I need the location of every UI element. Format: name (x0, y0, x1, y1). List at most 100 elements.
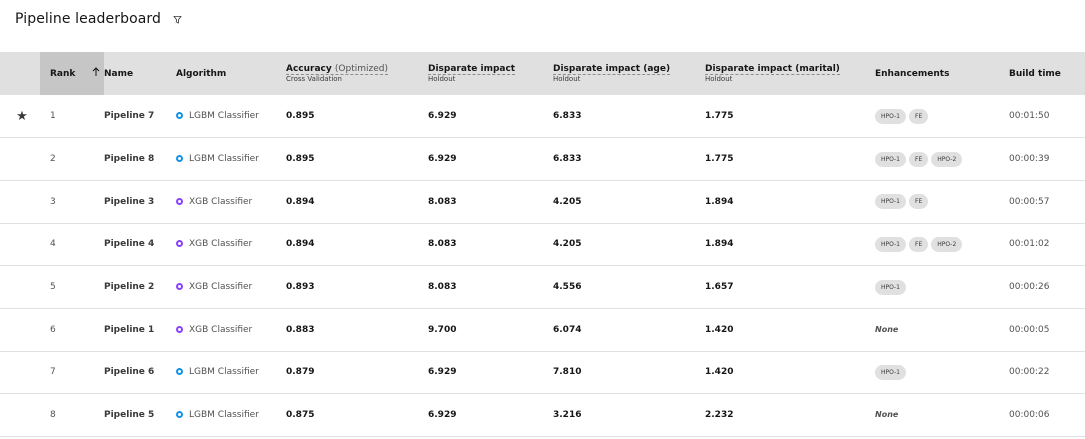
header-accuracy-label: Accuracy (286, 64, 332, 74)
algorithm-label: XGB Classifier (189, 196, 253, 207)
accuracy-cell: 0.895 (286, 154, 315, 165)
disparate-impact-cell: 6.929 (428, 154, 457, 165)
table-row[interactable]: 5 Pipeline 2 XGB Classifier 0.893 8.083 … (0, 266, 1085, 309)
star-cell (0, 351, 40, 394)
pipeline-name[interactable]: Pipeline 2 (104, 266, 176, 309)
disparate-impact-marital-cell: 1.775 (705, 154, 734, 165)
disparate-impact-age-cell: 6.833 (553, 111, 582, 122)
arrow-up-icon[interactable] (92, 67, 100, 80)
enhancement-tag: FE (909, 194, 929, 210)
table-row[interactable]: 4 Pipeline 4 XGB Classifier 0.894 8.083 … (0, 223, 1085, 266)
build-time-cell: 00:00:22 (1009, 367, 1050, 378)
algorithm-dot-icon (176, 112, 183, 120)
algorithm-cell: LGBM Classifier (176, 394, 286, 437)
table-row[interactable]: 2 Pipeline 8 LGBM Classifier 0.895 6.929… (0, 138, 1085, 181)
algorithm-label: LGBM Classifier (189, 410, 259, 421)
rank-cell: 1 (50, 111, 56, 122)
header-enhancements[interactable]: Enhancements (875, 52, 1009, 95)
table-header-row: Rank Name Algorithm Accuracy (Optimized)… (0, 52, 1085, 95)
header-name[interactable]: Name (104, 52, 176, 95)
table-row[interactable]: 3 Pipeline 3 XGB Classifier 0.894 8.083 … (0, 180, 1085, 224)
algorithm-dot-icon (176, 368, 183, 376)
header-enhancements-label: Enhancements (875, 68, 950, 79)
accuracy-cell: 0.894 (286, 196, 315, 207)
header-di-label: Disparate impact (428, 64, 516, 75)
accuracy-cell: 0.895 (286, 111, 315, 122)
algorithm-dot-icon (176, 197, 183, 205)
build-time-cell: 00:00:06 (1009, 410, 1050, 421)
accuracy-cell: 0.879 (286, 367, 315, 378)
enhancement-tag: FE (909, 108, 929, 124)
algorithm-dot-icon (176, 411, 183, 419)
pipeline-name[interactable]: Pipeline 5 (104, 394, 176, 437)
star-cell (0, 266, 40, 309)
enhancements-cell: HPO-1 FE HPO-2 (875, 138, 1009, 181)
disparate-impact-age-cell: 7.810 (553, 367, 582, 378)
enhancements-cell: HPO-1 (875, 351, 1009, 394)
algorithm-cell: LGBM Classifier (176, 95, 286, 138)
rank-cell: 6 (50, 324, 56, 335)
disparate-impact-age-cell: 4.205 (553, 196, 582, 207)
pipeline-name[interactable]: Pipeline 7 (104, 95, 176, 138)
header-algorithm[interactable]: Algorithm (176, 52, 286, 95)
pipeline-name[interactable]: Pipeline 6 (104, 351, 176, 394)
header-di-marital-label: Disparate impact (marital) (705, 64, 840, 75)
header-disparate-impact-marital[interactable]: Disparate impact (marital) Holdout (705, 52, 875, 95)
header-build-time-label: Build time (1009, 68, 1061, 79)
build-time-cell: 00:00:26 (1009, 282, 1050, 293)
header-disparate-impact[interactable]: Disparate impact Holdout (428, 52, 553, 95)
disparate-impact-cell: 8.083 (428, 196, 457, 207)
enhancements-cell: None (875, 394, 1009, 437)
rank-cell: 3 (50, 196, 56, 207)
star-cell (0, 394, 40, 437)
disparate-impact-age-cell: 3.216 (553, 410, 582, 421)
disparate-impact-marital-cell: 1.894 (705, 196, 734, 207)
algorithm-label: LGBM Classifier (189, 367, 259, 378)
algorithm-cell: XGB Classifier (176, 308, 286, 351)
disparate-impact-marital-cell: 1.420 (705, 367, 734, 378)
algorithm-label: LGBM Classifier (189, 111, 259, 122)
algorithm-label: XGB Classifier (189, 282, 253, 293)
rank-cell: 7 (50, 367, 56, 378)
disparate-impact-marital-cell: 1.657 (705, 282, 734, 293)
pipeline-name[interactable]: Pipeline 3 (104, 180, 176, 223)
header-rank[interactable]: Rank (40, 52, 104, 95)
header-di-marital-sub: Holdout (705, 75, 733, 83)
algorithm-dot-icon (176, 155, 183, 163)
disparate-impact-age-cell: 4.556 (553, 282, 582, 293)
disparate-impact-marital-cell: 1.775 (705, 111, 734, 122)
pipeline-name[interactable]: Pipeline 1 (104, 308, 176, 351)
enhancements-cell: None (875, 308, 1009, 351)
enhancements-cell: HPO-1 (875, 266, 1009, 309)
table-row[interactable]: 6 Pipeline 1 XGB Classifier 0.883 9.700 … (0, 308, 1085, 352)
filter-icon[interactable] (170, 12, 184, 26)
header-build-time[interactable]: Build time (1009, 52, 1085, 95)
enhancement-none: None (875, 324, 899, 334)
enhancement-tag: HPO-1 (875, 279, 907, 295)
header-accuracy[interactable]: Accuracy (Optimized) Cross Validation (286, 52, 428, 95)
disparate-impact-age-cell: 6.074 (553, 324, 582, 335)
table-row[interactable]: 8 Pipeline 5 LGBM Classifier 0.875 6.929… (0, 394, 1085, 437)
disparate-impact-age-cell: 6.833 (553, 154, 582, 165)
table-row[interactable]: 7 Pipeline 6 LGBM Classifier 0.879 6.929… (0, 351, 1085, 394)
table-row[interactable]: ★ 1 Pipeline 7 LGBM Classifier 0.895 6.9… (0, 95, 1085, 138)
algorithm-label: XGB Classifier (189, 239, 253, 250)
star-cell (0, 308, 40, 351)
pipeline-name[interactable]: Pipeline 8 (104, 138, 176, 181)
enhancement-tag: HPO-1 (875, 364, 907, 380)
header-name-label: Name (104, 68, 134, 79)
build-time-cell: 00:01:50 (1009, 111, 1050, 122)
header-disparate-impact-age[interactable]: Disparate impact (age) Holdout (553, 52, 705, 95)
rank-cell: 8 (50, 410, 56, 421)
algorithm-dot-icon (176, 240, 183, 248)
algorithm-cell: LGBM Classifier (176, 351, 286, 394)
enhancements-cell: HPO-1 FE (875, 95, 1009, 138)
pipeline-name[interactable]: Pipeline 4 (104, 223, 176, 266)
accuracy-cell: 0.875 (286, 410, 315, 421)
enhancement-tag: HPO-2 (931, 236, 963, 252)
star-cell (0, 223, 40, 266)
algorithm-cell: XGB Classifier (176, 223, 286, 266)
star-icon[interactable]: ★ (16, 109, 28, 124)
disparate-impact-cell: 8.083 (428, 282, 457, 293)
disparate-impact-cell: 6.929 (428, 367, 457, 378)
